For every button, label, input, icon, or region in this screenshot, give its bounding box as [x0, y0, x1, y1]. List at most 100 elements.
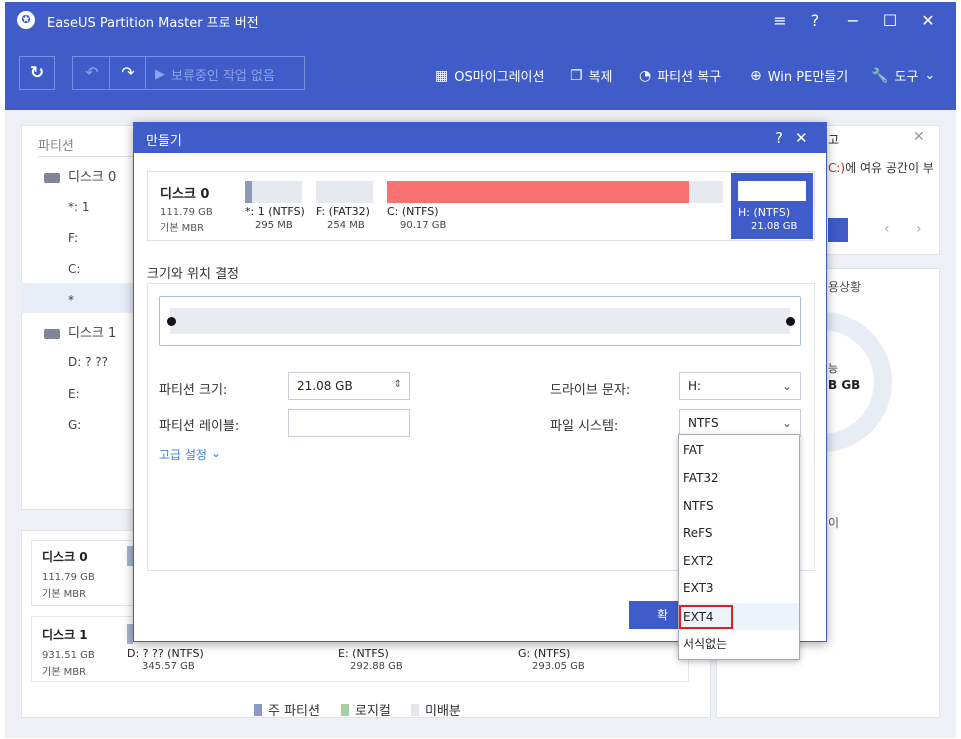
disk1-part-size: 345.57 GB — [142, 661, 195, 672]
undo-icon[interactable]: ↶ — [77, 56, 107, 90]
slider-left-handle[interactable] — [167, 317, 176, 326]
fs-option[interactable]: FAT — [679, 437, 799, 464]
file-system-select[interactable]: NTFS ⌄ — [679, 409, 801, 437]
chevron-down-icon: ⌄ — [924, 68, 936, 83]
close-icon[interactable]: ✕ — [915, 8, 941, 34]
disk-label: 디스크 0 — [68, 170, 117, 185]
sidebar-part[interactable]: * — [68, 293, 74, 307]
legend-logical: 로지컬 — [341, 700, 391, 719]
help-icon[interactable]: ? — [802, 8, 828, 34]
dialog-title: 만들기 — [146, 134, 182, 149]
slider-right-handle[interactable] — [786, 317, 795, 326]
disk0-name: 디스크 0 — [42, 550, 88, 564]
drive-letter-select[interactable]: H: ⌄ — [679, 372, 801, 400]
fs-option[interactable]: ReFS — [679, 520, 799, 547]
minimize-icon[interactable]: − — [840, 8, 866, 34]
sidebar-part[interactable]: E: — [68, 387, 80, 401]
menu-label: 파티션 복구 — [657, 70, 722, 85]
pending-label: 보류중인 작업 없음 — [171, 69, 275, 84]
sidebar-selected-row[interactable] — [21, 283, 133, 313]
menu-tools[interactable]: 🔧 도구 ⌄ — [871, 66, 936, 86]
sidebar-part[interactable]: C: — [68, 262, 80, 276]
notice-title: 고 — [828, 133, 840, 147]
chevron-down-icon: ⌄ — [781, 379, 792, 393]
dialog-close-icon[interactable]: ✕ — [795, 129, 808, 147]
menu-clone[interactable]: ❐ 복제 — [570, 66, 613, 86]
fs-option[interactable]: 서식없는 — [679, 631, 799, 658]
disk-icon — [44, 172, 60, 183]
next-icon[interactable]: › — [916, 221, 922, 237]
partition-bar[interactable] — [316, 181, 373, 203]
partition-label: *: 1 (NTFS) — [245, 205, 305, 218]
disk1-part-label[interactable]: G: (NTFS) — [518, 647, 570, 660]
fs-option[interactable]: FAT32 — [679, 465, 799, 492]
partition-bar[interactable] — [245, 181, 302, 203]
disk1-part-size: 292.88 GB — [350, 661, 403, 672]
chevron-down-icon: ⌄ — [781, 416, 792, 430]
advanced-settings-link[interactable]: 고급 설정 ⌄ — [159, 446, 221, 463]
partition-size: 254 MB — [327, 220, 365, 231]
legend-label: 로지컬 — [355, 704, 391, 719]
slider-track — [170, 308, 790, 334]
menu-os-migration[interactable]: ▦ OS마이그레이션 — [435, 66, 545, 86]
notice-text-rest: 에 여유 공간이 부 — [845, 161, 934, 175]
partition-label-input[interactable] — [288, 409, 410, 437]
chevron-down-icon: ⌄ — [210, 446, 222, 460]
refresh-button[interactable]: ↻ — [19, 56, 55, 90]
legend-label: 미배분 — [425, 704, 461, 719]
fs-option[interactable]: EXT2 — [679, 548, 799, 575]
dialog-help-icon[interactable]: ? — [775, 129, 783, 147]
disk1-type: 기본 MBR — [42, 667, 87, 678]
dialog-disk-size: 111.79 GB — [160, 207, 213, 218]
apply-button[interactable]: ▶ 보류중인 작업 없음 — [155, 65, 275, 84]
fs-option[interactable]: NTFS — [679, 493, 799, 520]
refresh-icon: ↻ — [29, 63, 45, 83]
disk0-size: 111.79 GB — [42, 572, 95, 583]
title-bar: ✪ EaseUS Partition Master 프로 버전 ≡ ? − ☐ … — [5, 2, 956, 38]
partition-size-input[interactable]: 21.08 GB ⇕ — [288, 372, 410, 400]
usage-ring-label: 능 — [828, 362, 839, 375]
partition-bar[interactable] — [387, 181, 723, 203]
notice-highlight: C:) — [828, 161, 846, 175]
sidebar-part[interactable]: D: ? ?? — [68, 355, 108, 369]
sidebar-part[interactable]: *: 1 — [68, 200, 90, 214]
sidebar-disk1[interactable]: 디스크 1 — [44, 322, 116, 341]
partition-label-label: 파티션 레이블: — [159, 419, 240, 434]
menu-label: 복제 — [588, 70, 613, 85]
sidebar-disk0[interactable]: 디스크 0 — [44, 166, 116, 185]
section-title: 크기와 위치 결정 — [147, 267, 239, 282]
maximize-icon[interactable]: ☐ — [877, 8, 903, 34]
disk1-size: 931.51 GB — [42, 650, 95, 661]
grid-icon: ▦ — [435, 67, 449, 84]
partition-label: C: (NTFS) — [387, 205, 439, 218]
usage-gb: B GB — [828, 378, 861, 392]
sidebar-part[interactable]: G: — [68, 418, 81, 432]
notice-action-button[interactable] — [828, 218, 848, 242]
ok-button[interactable]: 확 — [629, 601, 681, 629]
play-icon: ▶ — [155, 67, 165, 82]
legend-unallocated: 미배분 — [411, 700, 461, 719]
partition-bar-fill — [387, 181, 690, 203]
sidebar-part[interactable]: F: — [68, 231, 78, 245]
app-title: EaseUS Partition Master 프로 버전 — [47, 16, 259, 31]
fs-option-selected[interactable]: EXT4 — [679, 605, 733, 629]
notice-close-icon[interactable]: ✕ — [913, 129, 925, 145]
resize-slider[interactable] — [159, 296, 801, 346]
prev-icon[interactable]: ‹ — [884, 221, 890, 237]
fs-option[interactable]: EXT3 — [679, 575, 799, 602]
menu-label: OS마이그레이션 — [454, 70, 545, 85]
disk1-part-label[interactable]: D: ? ?? (NTFS) — [127, 647, 204, 660]
drive-letter-label: 드라이브 문자: — [550, 383, 631, 398]
hamburger-menu-icon[interactable]: ≡ — [767, 8, 793, 34]
disk1-name: 디스크 1 — [42, 628, 88, 642]
disk1-part-label[interactable]: E: (NTFS) — [338, 647, 389, 660]
selected-partition-block[interactable]: H: (NTFS) 21.08 GB — [731, 173, 813, 239]
file-system-dropdown: FAT FAT32 NTFS ReFS EXT2 EXT3 EXT4 서식없는 — [678, 434, 800, 660]
disk-label: 디스크 1 — [68, 326, 117, 341]
menu-partition-recovery[interactable]: ◔ 파티션 복구 — [639, 66, 722, 86]
redo-icon[interactable]: ↷ — [113, 56, 143, 90]
menu-win-pe[interactable]: ⊕ Win PE만들기 — [750, 66, 848, 86]
partition-label: H: (NTFS) — [738, 206, 791, 219]
spinner-icon[interactable]: ⇕ — [394, 372, 402, 398]
disk1-part-size: 293.05 GB — [532, 661, 585, 672]
